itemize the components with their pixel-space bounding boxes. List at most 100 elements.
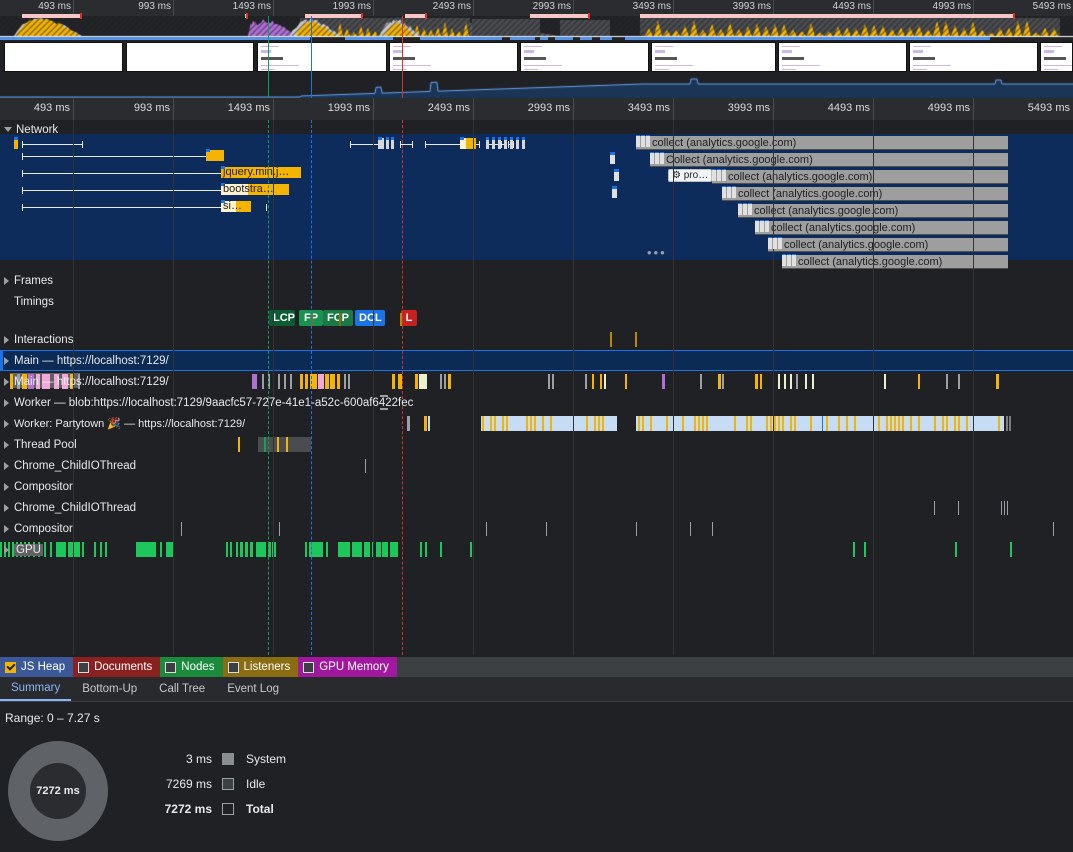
worker-event[interactable] <box>902 416 904 431</box>
main-thread-event[interactable] <box>419 374 427 389</box>
network-request-bar[interactable] <box>782 255 786 266</box>
main-thread-event[interactable] <box>805 374 807 389</box>
worker-event[interactable] <box>598 416 600 431</box>
worker-event[interactable] <box>838 416 840 431</box>
network-overflow-indicator[interactable]: ••• <box>647 245 667 260</box>
main-thread-event[interactable] <box>604 374 606 389</box>
gpu-event[interactable] <box>326 542 328 557</box>
network-request-bar[interactable] <box>792 255 796 266</box>
worker-event[interactable] <box>694 416 696 431</box>
worker-event[interactable] <box>894 416 896 431</box>
network-request-bar[interactable] <box>82 141 83 148</box>
counter-toggle-nodes[interactable]: Nodes <box>160 657 222 677</box>
main-thread-event[interactable] <box>444 374 446 389</box>
filmstrip-frame[interactable] <box>909 42 1038 72</box>
gpu-event[interactable] <box>470 542 472 557</box>
network-request-bar[interactable] <box>508 141 509 148</box>
worker-event[interactable] <box>966 416 968 431</box>
worker-event[interactable] <box>934 416 936 431</box>
network-request-bar[interactable] <box>221 166 225 169</box>
track-header-gpu[interactable]: GPU <box>0 539 43 560</box>
gpu-event[interactable] <box>420 542 422 557</box>
worker-event[interactable] <box>946 416 948 431</box>
worker-event[interactable] <box>918 416 920 431</box>
gpu-event[interactable] <box>56 542 66 557</box>
gpu-event[interactable] <box>82 542 84 557</box>
network-request-bar[interactable] <box>22 207 222 208</box>
worker-event[interactable] <box>702 416 704 431</box>
worker-event[interactable] <box>998 416 1000 431</box>
main-thread-event[interactable] <box>415 374 418 389</box>
compositor-event[interactable] <box>690 522 691 536</box>
chevron-right-icon[interactable] <box>4 525 9 533</box>
tab-event-log[interactable]: Event Log <box>216 677 290 701</box>
checkbox-icon[interactable] <box>303 662 314 673</box>
main-thread-event[interactable] <box>790 374 792 389</box>
worker-event[interactable] <box>746 416 748 431</box>
gpu-event[interactable] <box>226 542 228 557</box>
worker-event[interactable] <box>750 416 752 431</box>
gpu-event[interactable] <box>425 542 427 557</box>
gpu-event[interactable] <box>305 542 307 557</box>
network-request-bar[interactable]: collect (analytics.google.com) <box>768 238 1008 252</box>
network-request-bar[interactable] <box>350 141 351 148</box>
network-request-bar[interactable] <box>755 221 759 232</box>
filmstrip-frame[interactable] <box>520 42 649 72</box>
thread-event[interactable] <box>1007 501 1008 515</box>
main-thread-event[interactable] <box>600 374 602 389</box>
track-chrome-childiothread-2[interactable]: Chrome_ChildIOThread <box>0 497 1073 518</box>
worker-event[interactable] <box>506 416 508 431</box>
network-request-bar[interactable] <box>492 137 495 140</box>
network-request-bar[interactable]: collect (analytics.google.com) <box>712 170 1008 184</box>
network-request-bar[interactable] <box>738 204 742 215</box>
track-compositor-1[interactable]: Compositor <box>0 476 1073 497</box>
checkbox-icon[interactable] <box>5 662 16 673</box>
network-request-bar[interactable] <box>206 149 210 152</box>
compositor-event[interactable] <box>1053 522 1054 536</box>
worker-event[interactable] <box>534 416 536 431</box>
main-thread-event[interactable] <box>548 374 550 389</box>
chevron-right-icon[interactable] <box>4 420 9 428</box>
network-request-bar[interactable]: Collect (analytics.google.com) <box>650 153 1008 167</box>
gpu-event[interactable] <box>364 542 370 557</box>
worker-event[interactable] <box>530 416 532 431</box>
network-request-bar[interactable] <box>22 153 23 160</box>
gpu-event[interactable] <box>955 542 957 557</box>
main-thread-event[interactable] <box>330 374 335 389</box>
track-main-selected[interactable]: Main — https://localhost:7129/ <box>0 350 1073 371</box>
track-header-compositor-2[interactable]: Compositor <box>0 518 73 539</box>
main-thread-event[interactable] <box>278 374 280 389</box>
worker-event[interactable] <box>782 416 784 431</box>
network-request-bar[interactable] <box>778 238 782 249</box>
track-header-chrome-childiothread-1[interactable]: Chrome_ChildIOThread <box>0 455 136 476</box>
compositor-event[interactable] <box>279 522 280 536</box>
gpu-event[interactable] <box>1010 542 1012 557</box>
main-thread-event[interactable] <box>592 374 594 389</box>
worker-event[interactable] <box>954 416 956 431</box>
checkbox-icon[interactable] <box>78 662 89 673</box>
worker-event[interactable] <box>706 416 708 431</box>
main-thread-event[interactable] <box>996 374 999 389</box>
interaction-event[interactable] <box>610 332 612 347</box>
worker-event[interactable] <box>854 416 856 431</box>
detail-tabs[interactable]: SummaryBottom-UpCall TreeEvent Log <box>0 677 1073 702</box>
network-request-bar[interactable] <box>391 137 394 140</box>
track-timings[interactable]: Timings LCPFPFCPDCLL <box>0 291 1073 331</box>
interaction-event[interactable] <box>635 332 637 347</box>
main-thread-event[interactable] <box>958 374 960 389</box>
network-request-bar[interactable] <box>22 141 23 148</box>
network-request-pill[interactable]: ⚙ pro… <box>668 169 712 182</box>
gpu-event[interactable] <box>864 542 866 557</box>
network-request-bar[interactable] <box>412 141 413 148</box>
worker-event[interactable] <box>542 416 544 431</box>
network-request-bar[interactable] <box>425 141 426 148</box>
main-thread-event[interactable] <box>946 374 948 389</box>
gpu-event[interactable] <box>68 542 80 557</box>
worker-event[interactable] <box>602 416 604 431</box>
network-request-bar[interactable]: jquery.min.j… <box>221 167 301 178</box>
thread-pool-event[interactable] <box>277 437 279 452</box>
worker-event[interactable] <box>642 416 644 431</box>
chevron-down-icon[interactable] <box>4 127 12 132</box>
worker-event[interactable] <box>650 416 652 431</box>
main-thread-event[interactable] <box>290 374 292 389</box>
